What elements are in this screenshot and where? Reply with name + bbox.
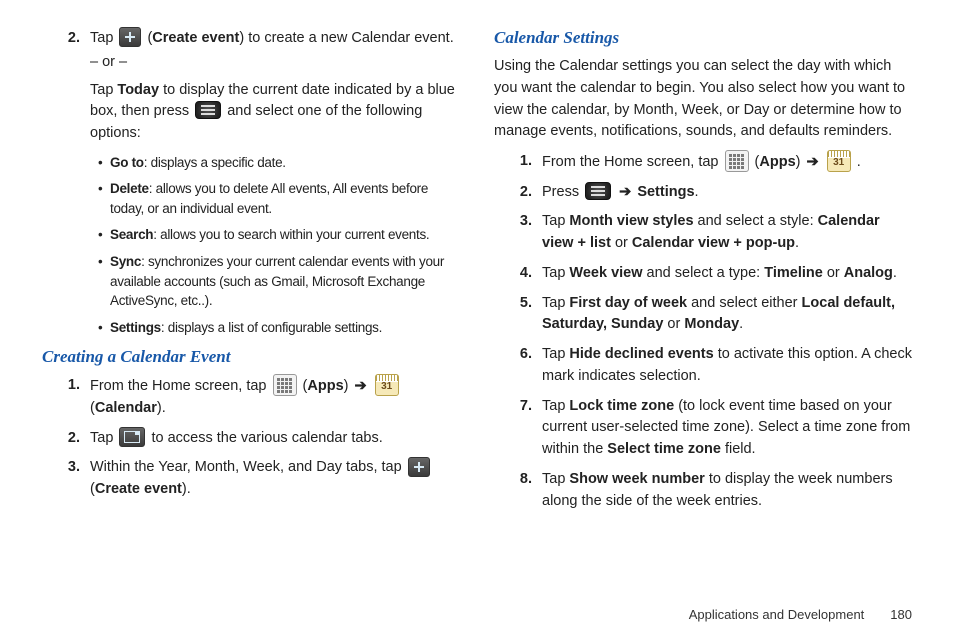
label-create-event: Create event [152,30,239,46]
menu-icon [195,101,221,119]
create-step-1: 1. From the Home screen, tap (Apps) ➔ 31… [64,375,460,419]
label-today: Today [117,82,159,98]
settings-step-5: 5. Tap First day of week and select eith… [516,293,912,337]
apps-icon [273,374,297,396]
create-step-2: 2. Tap to access the various calendar ta… [64,428,460,450]
settings-step-4: 4. Tap Week view and select a type: Time… [516,263,912,285]
settings-step-2: 2. Press ➔ Settings. [516,182,912,204]
left-column: 2. Tap (Create event) to create a new Ca… [42,28,460,520]
tabs-icon [119,427,145,447]
text: ) to create a new Calendar event. [239,30,453,46]
text: Tap [90,30,117,46]
settings-intro: Using the Calendar settings you can sele… [494,56,912,143]
apps-icon [725,150,749,172]
plus-icon [119,27,141,47]
settings-step-8: 8. Tap Show week number to display the w… [516,469,912,513]
settings-step-3: 3. Tap Month view styles and select a st… [516,211,912,255]
bullet-goto: Go to: displays a specific date. [98,153,460,173]
calendar-icon: 31 [827,150,851,172]
right-column: Calendar Settings Using the Calendar set… [494,28,912,520]
bullet-delete: Delete: allows you to delete All events,… [98,179,460,218]
calendar-icon: 31 [375,374,399,396]
or-divider: – or – [90,52,460,74]
options-bullets: Go to: displays a specific date. Delete:… [42,153,460,338]
menu-icon [585,182,611,200]
creating-event-steps: 1. From the Home screen, tap (Apps) ➔ 31… [42,375,460,501]
continued-steps: 2. Tap (Create event) to create a new Ca… [42,28,460,145]
step-body: Tap (Create event) to create a new Calen… [90,28,460,145]
plus-icon [408,457,430,477]
footer-section: Applications and Development [689,607,865,622]
text: Tap [90,82,117,98]
step-2: 2. Tap (Create event) to create a new Ca… [64,28,460,145]
settings-steps: 1. From the Home screen, tap (Apps) ➔ 31… [494,151,912,512]
settings-step-6: 6. Tap Hide declined events to activate … [516,344,912,388]
settings-step-1: 1. From the Home screen, tap (Apps) ➔ 31… [516,151,912,174]
page-footer: Applications and Development 180 [689,607,912,622]
arrow-icon: ➔ [617,184,633,200]
arrow-icon: ➔ [353,378,369,394]
bullet-settings: Settings: displays a list of configurabl… [98,318,460,338]
bullet-search: Search: allows you to search within your… [98,225,460,245]
arrow-icon: ➔ [805,154,821,170]
create-step-3: 3. Within the Year, Month, Week, and Day… [64,457,460,501]
heading-creating-event: Creating a Calendar Event [42,347,460,367]
step-number: 2. [64,28,90,145]
bullet-sync: Sync: synchronizes your current calendar… [98,252,460,311]
footer-page-number: 180 [890,607,912,622]
settings-step-7: 7. Tap Lock time zone (to lock event tim… [516,396,912,461]
heading-calendar-settings: Calendar Settings [494,28,912,48]
